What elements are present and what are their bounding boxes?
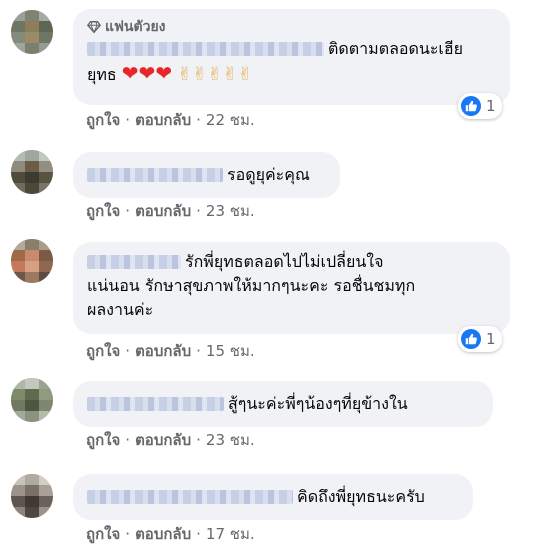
victory-hand-emoji: ✌ (237, 64, 253, 85)
like-thumb-icon (461, 96, 481, 116)
blurred-commenter-name[interactable] (87, 42, 324, 56)
heart-emoji: ❤ (121, 61, 139, 85)
comment-bubble: คิดถึงพี่ยุทธนะครับ (73, 474, 473, 520)
avatar[interactable] (11, 150, 53, 194)
diamond-icon (87, 21, 101, 34)
heart-emoji: ❤ (138, 61, 156, 85)
avatar[interactable] (11, 239, 53, 283)
avatar[interactable] (11, 378, 53, 422)
heart-emoji: ❤ (155, 61, 173, 85)
comment-bubble: รักพี่ยุทธตลอดไปไม่เปลี่ยนใจ แน่นอน รักษ… (73, 242, 510, 334)
comment-text: รักพี่ยุทธตลอดไปไม่เปลี่ยนใจ แน่นอน รักษ… (87, 252, 416, 319)
blurred-commenter-name[interactable] (87, 397, 224, 411)
comment-actions: ถูกใจ · ตอบกลับ · 15 ชม. (86, 340, 255, 362)
blurred-commenter-name[interactable] (87, 168, 223, 182)
reply-link[interactable]: ตอบกลับ (135, 199, 191, 223)
reaction-summary[interactable]: 1 (458, 93, 502, 119)
top-fan-badge[interactable]: แฟนตัวยง (87, 17, 498, 37)
comment-bubble: รอดูยุค่ะคุณ (73, 152, 340, 198)
timestamp[interactable]: 23 ชม. (206, 428, 255, 452)
comment-text: ติดตามตลอดนะเฮีย ยุทธ ❤❤❤ ✌✌✌✌✌ (87, 39, 464, 85)
reply-link[interactable]: ตอบกลับ (135, 108, 191, 132)
comment-bubble: สู้ๆนะค่ะพี่ๆน้องๆที่ยุข้างใน (73, 381, 493, 427)
victory-hand-emoji: ✌ (207, 64, 223, 85)
comment-actions: ถูกใจ · ตอบกลับ · 23 ชม. (86, 200, 255, 222)
avatar[interactable] (11, 10, 53, 54)
blurred-commenter-name[interactable] (87, 490, 293, 504)
like-link[interactable]: ถูกใจ (86, 339, 120, 363)
victory-hand-emoji: ✌ (222, 64, 238, 85)
blurred-commenter-name[interactable] (87, 255, 181, 269)
victory-hand-emoji: ✌ (192, 64, 208, 85)
reply-link[interactable]: ตอบกลับ (135, 339, 191, 363)
timestamp[interactable]: 15 ชม. (206, 339, 255, 363)
reaction-summary[interactable]: 1 (458, 326, 502, 352)
victory-hand-emoji: ✌ (177, 64, 193, 85)
avatar[interactable] (11, 474, 53, 518)
reply-link[interactable]: ตอบกลับ (135, 428, 191, 452)
timestamp[interactable]: 17 ชม. (206, 522, 255, 546)
like-link[interactable]: ถูกใจ (86, 199, 120, 223)
comment-text: คิดถึงพี่ยุทธนะครับ (87, 485, 461, 509)
comment-text: สู้ๆนะค่ะพี่ๆน้องๆที่ยุข้างใน (87, 392, 481, 416)
like-link[interactable]: ถูกใจ (86, 108, 120, 132)
comment-bubble: แฟนตัวยง ติดตามตลอดนะเฮีย ยุทธ ❤❤❤ ✌✌✌✌✌ (73, 9, 510, 105)
like-link[interactable]: ถูกใจ (86, 428, 120, 452)
reaction-count: 1 (486, 330, 496, 348)
badge-label: แฟนตัวยง (105, 19, 166, 35)
like-thumb-icon (461, 329, 481, 349)
comment-actions: ถูกใจ · ตอบกลับ · 17 ชม. (86, 523, 255, 545)
comment-text: รอดูยุค่ะคุณ (87, 163, 328, 187)
timestamp[interactable]: 23 ชม. (206, 199, 255, 223)
comment-actions: ถูกใจ · ตอบกลับ · 23 ชม. (86, 429, 255, 451)
reaction-count: 1 (486, 97, 496, 115)
timestamp[interactable]: 22 ชม. (206, 108, 255, 132)
comment-actions: ถูกใจ · ตอบกลับ · 22 ชม. (86, 109, 255, 131)
like-link[interactable]: ถูกใจ (86, 522, 120, 546)
reply-link[interactable]: ตอบกลับ (135, 522, 191, 546)
